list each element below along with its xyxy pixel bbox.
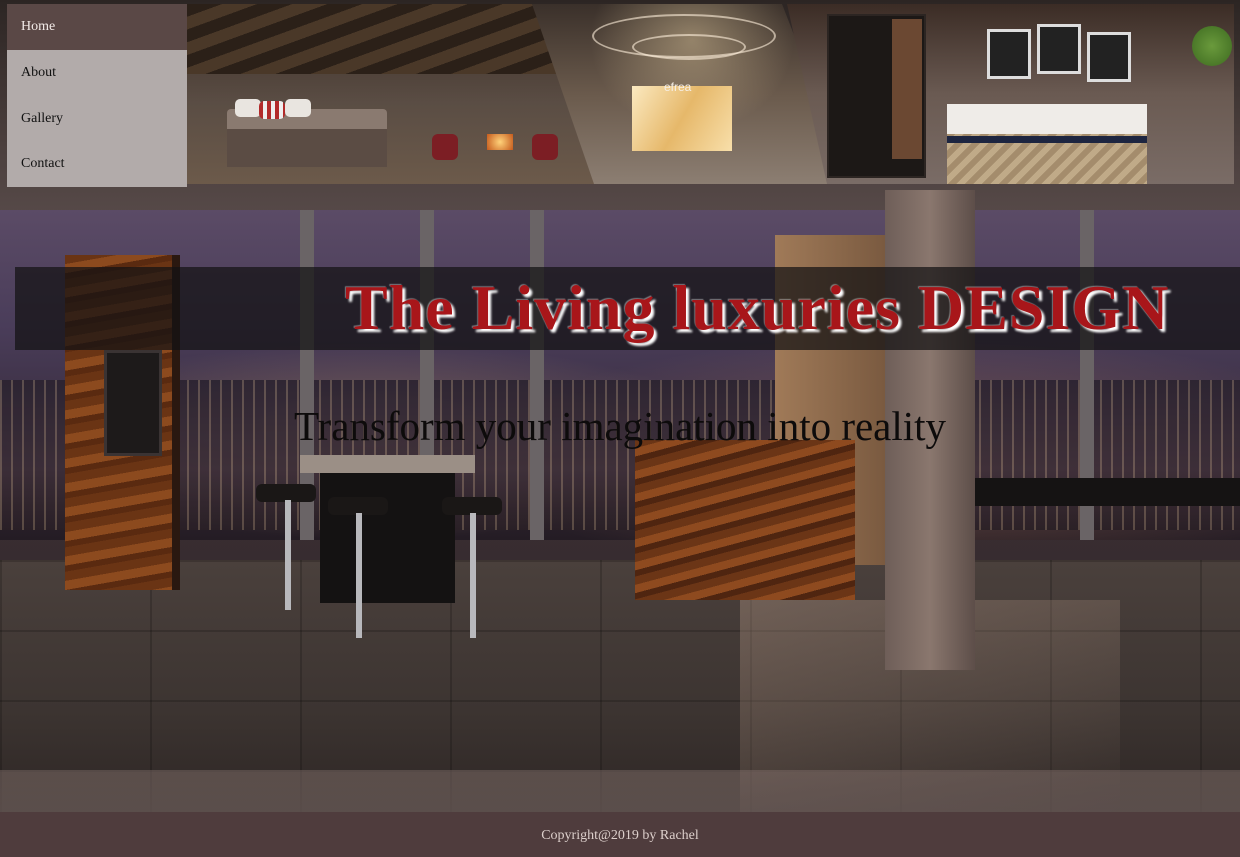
kitchen-island (635, 440, 855, 600)
nav-item-gallery[interactable]: Gallery (7, 95, 187, 142)
nav-item-home[interactable]: Home (7, 4, 187, 50)
armchair (432, 134, 458, 160)
striped-pillow (259, 101, 285, 119)
bar-stool-leg (285, 500, 291, 610)
wall-art-frame (987, 29, 1031, 79)
bar-counter-base (320, 473, 455, 603)
wall-art-frame (1087, 32, 1131, 82)
reception-sign: efrea (664, 80, 692, 94)
footer: Copyright@2019 by Rachel (0, 812, 1240, 857)
armchair (532, 134, 558, 160)
site-title: The Living luxuries DESIGN (345, 272, 1170, 343)
tagline: Transform your imagination into reality (293, 403, 947, 449)
main-navigation: Home About Gallery Contact (7, 4, 187, 187)
nav-item-contact[interactable]: Contact (7, 141, 187, 187)
ceiling-light-ring (632, 34, 746, 60)
fireplace (487, 134, 513, 150)
reception-desk (632, 86, 732, 151)
pillow (285, 99, 311, 117)
bed-runner (947, 136, 1147, 143)
bottom-fade (0, 770, 1240, 812)
dining-table (975, 478, 1240, 506)
bed-cover (227, 129, 387, 167)
pillow (235, 99, 261, 117)
nav-item-about[interactable]: About (7, 49, 187, 96)
room-door (892, 19, 922, 159)
bedroom-photo (187, 4, 597, 184)
title-banner: The Living luxuries DESIGN (15, 267, 1240, 350)
bar-stool-leg (356, 513, 362, 638)
hero-photo-strip: efrea (187, 4, 1234, 184)
bar-stool-leg (470, 513, 476, 638)
wall-art-frame (1037, 24, 1081, 74)
window-mullion (530, 210, 544, 540)
bar-counter-top (300, 455, 475, 473)
plant (1192, 26, 1232, 66)
hotel-room-photo (787, 4, 1234, 184)
copyright-text: Copyright@2019 by Rachel (541, 828, 699, 843)
